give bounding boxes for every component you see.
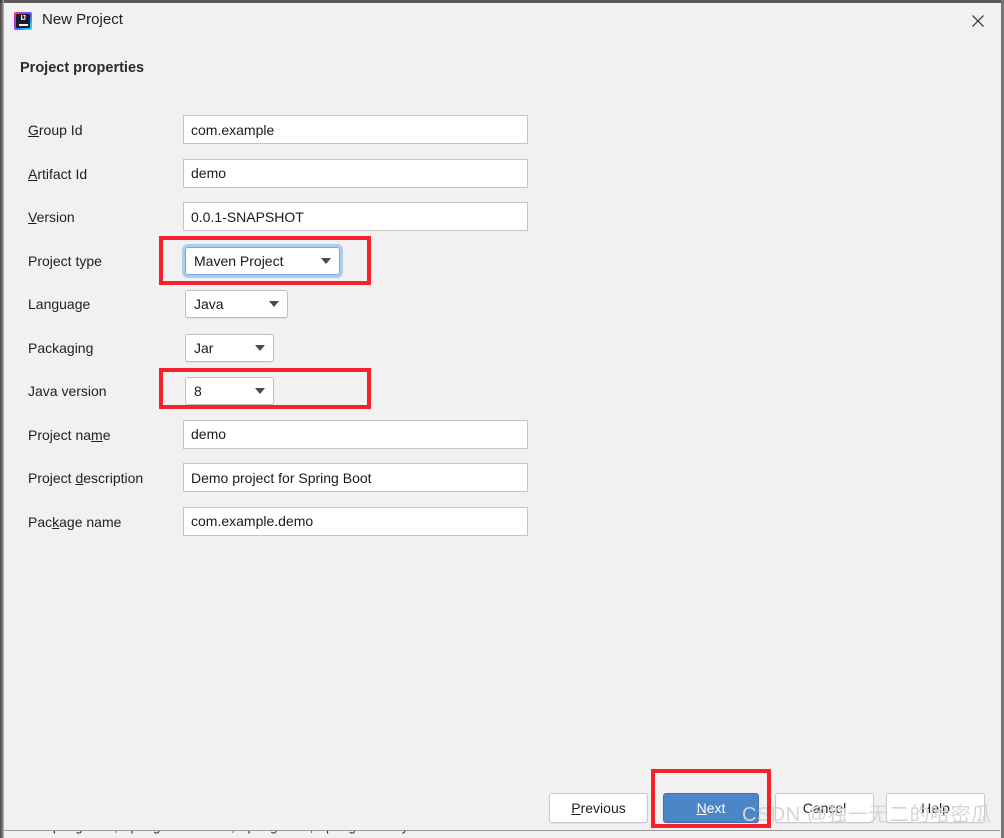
dropdown-value: Jar xyxy=(194,339,214,356)
form-row: Group Id com.example xyxy=(0,113,1004,157)
field-label: Package name xyxy=(28,513,122,530)
window-title: New Project xyxy=(42,11,123,28)
field-label: Language xyxy=(28,296,91,312)
cancel-button[interactable]: Cancel xyxy=(775,793,874,823)
dropdown-value: Java xyxy=(194,296,224,312)
cutoff-row: Spring Boot, Spring Framework, Spring Da… xyxy=(4,830,1000,838)
text-input[interactable]: com.example.demo xyxy=(183,506,528,536)
field-label: Group Id xyxy=(28,122,83,138)
button-label: Cancel xyxy=(802,800,847,816)
form-row: Package name com.example.demo xyxy=(0,505,1004,549)
field-label: Version xyxy=(28,209,75,225)
close-icon[interactable] xyxy=(954,3,1001,39)
dropdown[interactable]: 8 xyxy=(185,377,274,405)
text-input[interactable]: com.example xyxy=(183,115,528,144)
field-label: Project description xyxy=(28,470,144,486)
form-row: Project type Maven Project xyxy=(0,243,1004,288)
next-button[interactable]: Next xyxy=(663,793,759,823)
form-row: Version 0.0.1-SNAPSHOT xyxy=(0,200,1004,244)
help-button[interactable]: Help xyxy=(886,793,985,823)
section-title: Project properties xyxy=(20,60,145,76)
text-input[interactable]: 0.0.1-SNAPSHOT xyxy=(183,202,528,231)
field-label: Project type xyxy=(28,252,102,269)
text-input[interactable]: demo xyxy=(183,158,528,188)
button-label: Help xyxy=(921,800,950,816)
dropdown[interactable]: Java xyxy=(185,290,288,318)
form-row: Project description Demo project for Spri… xyxy=(0,461,1004,505)
form-row: Java version 8 xyxy=(0,374,1004,418)
form-row: Packaging Jar xyxy=(0,331,1004,375)
previous-button[interactable]: Previous xyxy=(549,793,648,823)
chevron-down-icon xyxy=(247,388,273,394)
dropdown[interactable]: Maven Project xyxy=(182,243,343,278)
form-row: Artifact Id demo xyxy=(0,157,1004,201)
chevron-down-icon xyxy=(247,344,273,351)
button-label: Previous xyxy=(571,800,626,816)
form-row: Project name demo xyxy=(0,418,1004,462)
field-label: Project name xyxy=(28,426,111,443)
dropdown[interactable]: Jar xyxy=(185,333,274,362)
dropdown-value: Maven Project xyxy=(194,252,284,269)
field-label: Artifact Id xyxy=(28,165,88,182)
button-label: Next xyxy=(696,800,726,816)
text-input[interactable]: Demo project for Spring Boot xyxy=(183,463,528,492)
field-label: Java version xyxy=(28,383,107,399)
project-properties-form: Group Id com.example Artifact Id demo Versio… xyxy=(0,113,1004,548)
intellij-idea-icon: IJ xyxy=(14,12,32,30)
text-input[interactable]: demo xyxy=(183,419,528,449)
chevron-down-icon xyxy=(313,257,339,264)
new-project-dialog: IJ New Project Project properties Group … xyxy=(0,0,1004,838)
title-bar: IJ New Project xyxy=(4,3,1001,39)
field-label: Packaging xyxy=(28,339,94,356)
dropdown-value: 8 xyxy=(194,383,202,399)
chevron-down-icon xyxy=(261,301,287,307)
form-row: Language Java xyxy=(0,287,1004,331)
cutoff-text: Spring Boot, Spring Framework, Spring Da… xyxy=(44,831,408,834)
